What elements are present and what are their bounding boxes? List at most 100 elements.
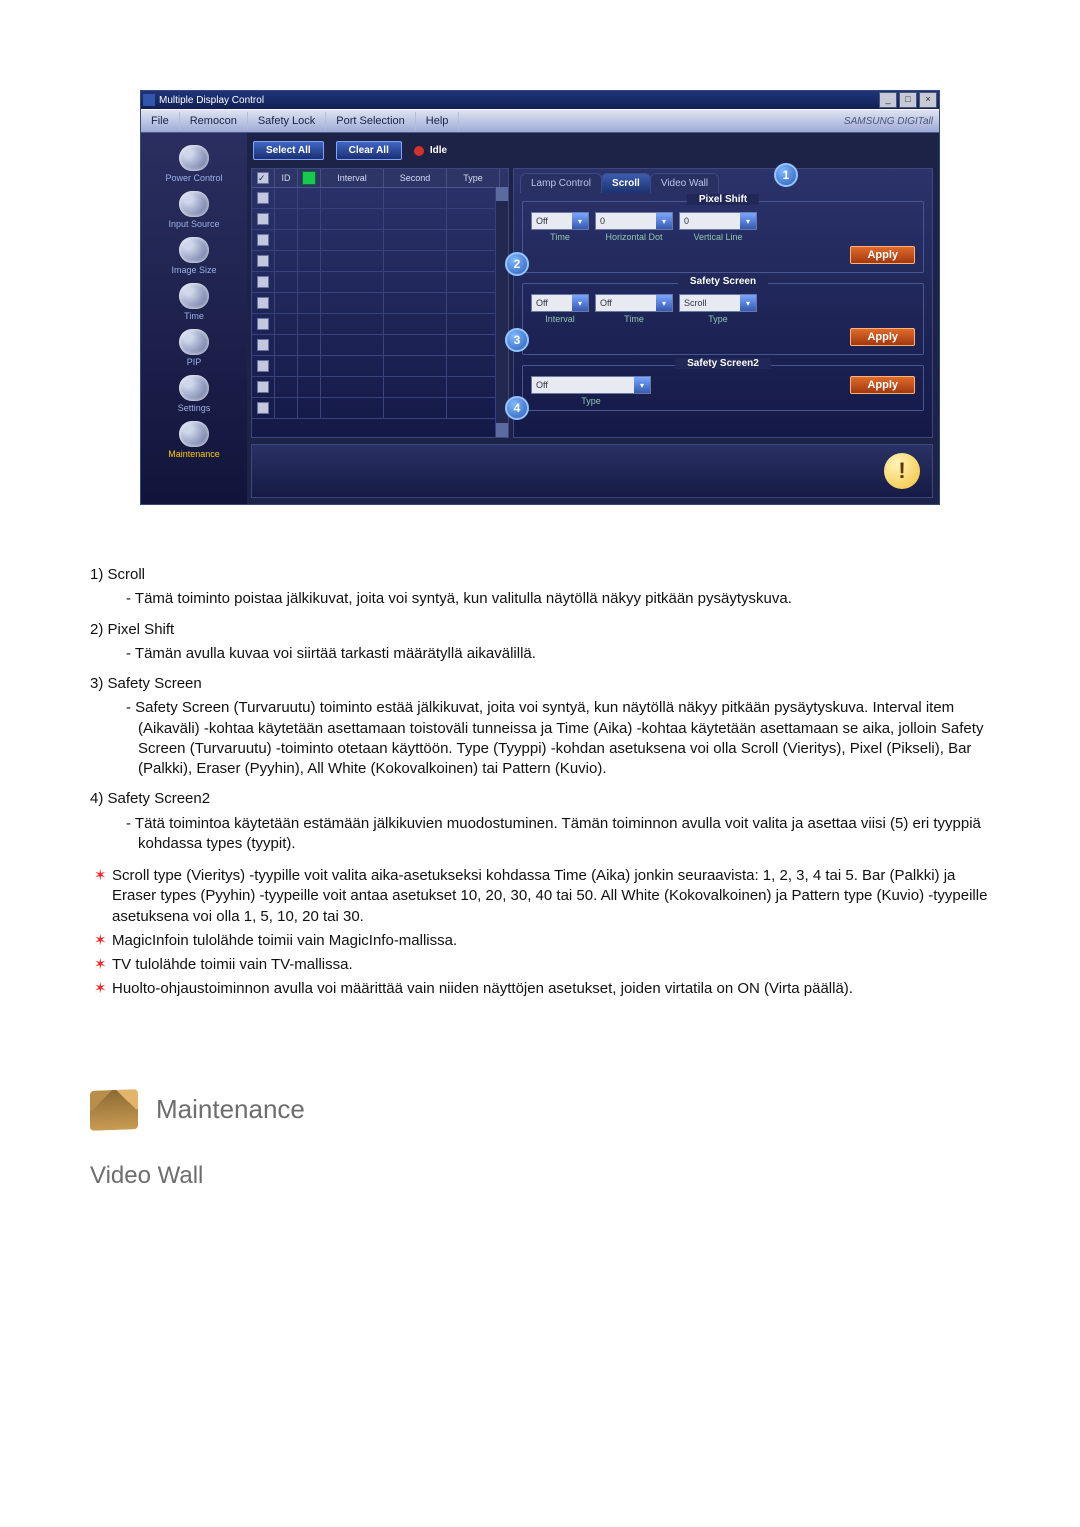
grid-scrollbar[interactable] (495, 187, 508, 437)
sidebar-item-power-control[interactable]: Power Control (149, 145, 239, 189)
pixel-shift-apply-button[interactable]: Apply (850, 246, 915, 264)
callout-badge-3: 3 (505, 328, 529, 352)
row-checkbox[interactable] (257, 213, 269, 225)
table-row[interactable] (252, 356, 508, 377)
callout-badge-1: 1 (774, 163, 798, 187)
table-row[interactable] (252, 272, 508, 293)
idle-label: Idle (430, 145, 447, 156)
list-item-3-head: 3) Safety Screen (90, 674, 990, 694)
status-dot-icon (414, 146, 424, 156)
brand-text: SAMSUNG DIGITall (844, 116, 939, 127)
section-title: Maintenance (156, 1092, 305, 1127)
sidebar-item-settings[interactable]: Settings (149, 375, 239, 419)
sidebar-item-label: Time (184, 311, 204, 321)
sublabel: Time (595, 314, 673, 324)
safety-screen-interval-select[interactable]: Off▾ (531, 294, 589, 312)
row-checkbox[interactable] (257, 339, 269, 351)
star-icon: ✶ (94, 866, 112, 927)
note-line: ✶Huolto-ohjaustoiminnon avulla voi määri… (90, 979, 990, 999)
list-item-4-head: 4) Safety Screen2 (90, 789, 990, 809)
select-all-button[interactable]: Select All (253, 141, 324, 160)
input-icon (179, 191, 209, 217)
row-checkbox[interactable] (257, 402, 269, 414)
sidebar-item-label: Maintenance (168, 449, 220, 459)
pixel-shift-hdot-select[interactable]: 0▾ (595, 212, 673, 230)
maximize-button[interactable]: □ (899, 92, 917, 108)
table-row[interactable] (252, 377, 508, 398)
safety-screen-group: Safety Screen Off▾ Off▾ Scroll▾ Interval… (522, 283, 924, 355)
row-checkbox[interactable] (257, 381, 269, 393)
tab-scroll[interactable]: Scroll (601, 173, 651, 193)
clear-all-button[interactable]: Clear All (336, 141, 402, 160)
row-checkbox[interactable] (257, 297, 269, 309)
menu-help[interactable]: Help (416, 112, 460, 130)
row-checkbox[interactable] (257, 234, 269, 246)
row-checkbox[interactable] (257, 192, 269, 204)
table-row[interactable] (252, 293, 508, 314)
row-checkbox[interactable] (257, 255, 269, 267)
toolbar: Select All Clear All Idle (251, 139, 933, 168)
window-title: Multiple Display Control (159, 95, 264, 106)
sidebar-item-label: Power Control (165, 173, 222, 183)
row-checkbox[interactable] (257, 318, 269, 330)
image-size-icon (179, 237, 209, 263)
table-row[interactable] (252, 251, 508, 272)
scroll-up-icon[interactable] (496, 187, 508, 201)
pip-icon (179, 329, 209, 355)
callout-badge-2: 2 (505, 252, 529, 276)
table-row[interactable] (252, 188, 508, 209)
safety-screen2-group: Safety Screen2 Off▾ Apply Type 4 (522, 365, 924, 411)
list-item-4-body: Tätä toimintoa käytetään estämään jälkik… (138, 814, 990, 855)
row-checkbox[interactable] (257, 360, 269, 372)
safety-screen-type-select[interactable]: Scroll▾ (679, 294, 757, 312)
grid-header: ID Interval Second Type (252, 169, 508, 188)
table-row[interactable] (252, 314, 508, 335)
settings-panel: 1 Lamp Control Scroll Video Wall Pixel S… (513, 168, 933, 438)
chevron-down-icon: ▾ (656, 295, 672, 311)
sidebar-item-label: Settings (178, 403, 211, 413)
safety-screen-apply-button[interactable]: Apply (850, 328, 915, 346)
safety-screen2-apply-button[interactable]: Apply (850, 376, 915, 394)
header-checkbox[interactable] (257, 172, 269, 184)
grid-header-interval: Interval (321, 169, 384, 187)
sidebar-item-input-source[interactable]: Input Source (149, 191, 239, 235)
menu-port-selection[interactable]: Port Selection (326, 112, 415, 130)
tab-lamp-control[interactable]: Lamp Control (520, 173, 602, 193)
status-bar: ! (251, 444, 933, 498)
pixel-shift-time-select[interactable]: Off▾ (531, 212, 589, 230)
menu-safety-lock[interactable]: Safety Lock (248, 112, 326, 130)
safety-screen-legend: Safety Screen (678, 276, 768, 287)
table-row[interactable] (252, 398, 508, 419)
pixel-shift-vline-select[interactable]: 0▾ (679, 212, 757, 230)
sublabel: Time (531, 232, 589, 242)
sidebar-item-maintenance[interactable]: Maintenance (149, 421, 239, 465)
sidebar-item-time[interactable]: Time (149, 283, 239, 327)
scroll-down-icon[interactable] (496, 423, 508, 437)
pixel-shift-legend: Pixel Shift (687, 194, 759, 205)
settings-icon (179, 375, 209, 401)
menubar: File Remocon Safety Lock Port Selection … (141, 109, 939, 133)
table-row[interactable] (252, 209, 508, 230)
menu-file[interactable]: File (141, 112, 180, 130)
safety-screen2-type-select[interactable]: Off▾ (531, 376, 651, 394)
menu-remocon[interactable]: Remocon (180, 112, 248, 130)
note-line: ✶TV tulolähde toimii vain TV-mallissa. (90, 955, 990, 975)
chevron-down-icon: ▾ (572, 213, 588, 229)
sidebar-item-image-size[interactable]: Image Size (149, 237, 239, 281)
table-row[interactable] (252, 335, 508, 356)
table-row[interactable] (252, 230, 508, 251)
safety-screen-time-select[interactable]: Off▾ (595, 294, 673, 312)
close-button[interactable]: × (919, 92, 937, 108)
section-header: Maintenance (90, 1090, 990, 1130)
maintenance-icon (179, 421, 209, 447)
note-line: ✶Scroll type (Vieritys) -tyypille voit v… (90, 866, 990, 927)
warning-icon: ! (884, 453, 920, 489)
sidebar-item-pip[interactable]: PIP (149, 329, 239, 373)
sublabel: Vertical Line (679, 232, 757, 242)
sidebar-item-label: Image Size (171, 265, 216, 275)
grid-header-id: ID (275, 169, 298, 187)
star-icon: ✶ (94, 931, 112, 951)
minimize-button[interactable]: _ (879, 92, 897, 108)
row-checkbox[interactable] (257, 276, 269, 288)
tab-video-wall[interactable]: Video Wall (650, 173, 719, 193)
